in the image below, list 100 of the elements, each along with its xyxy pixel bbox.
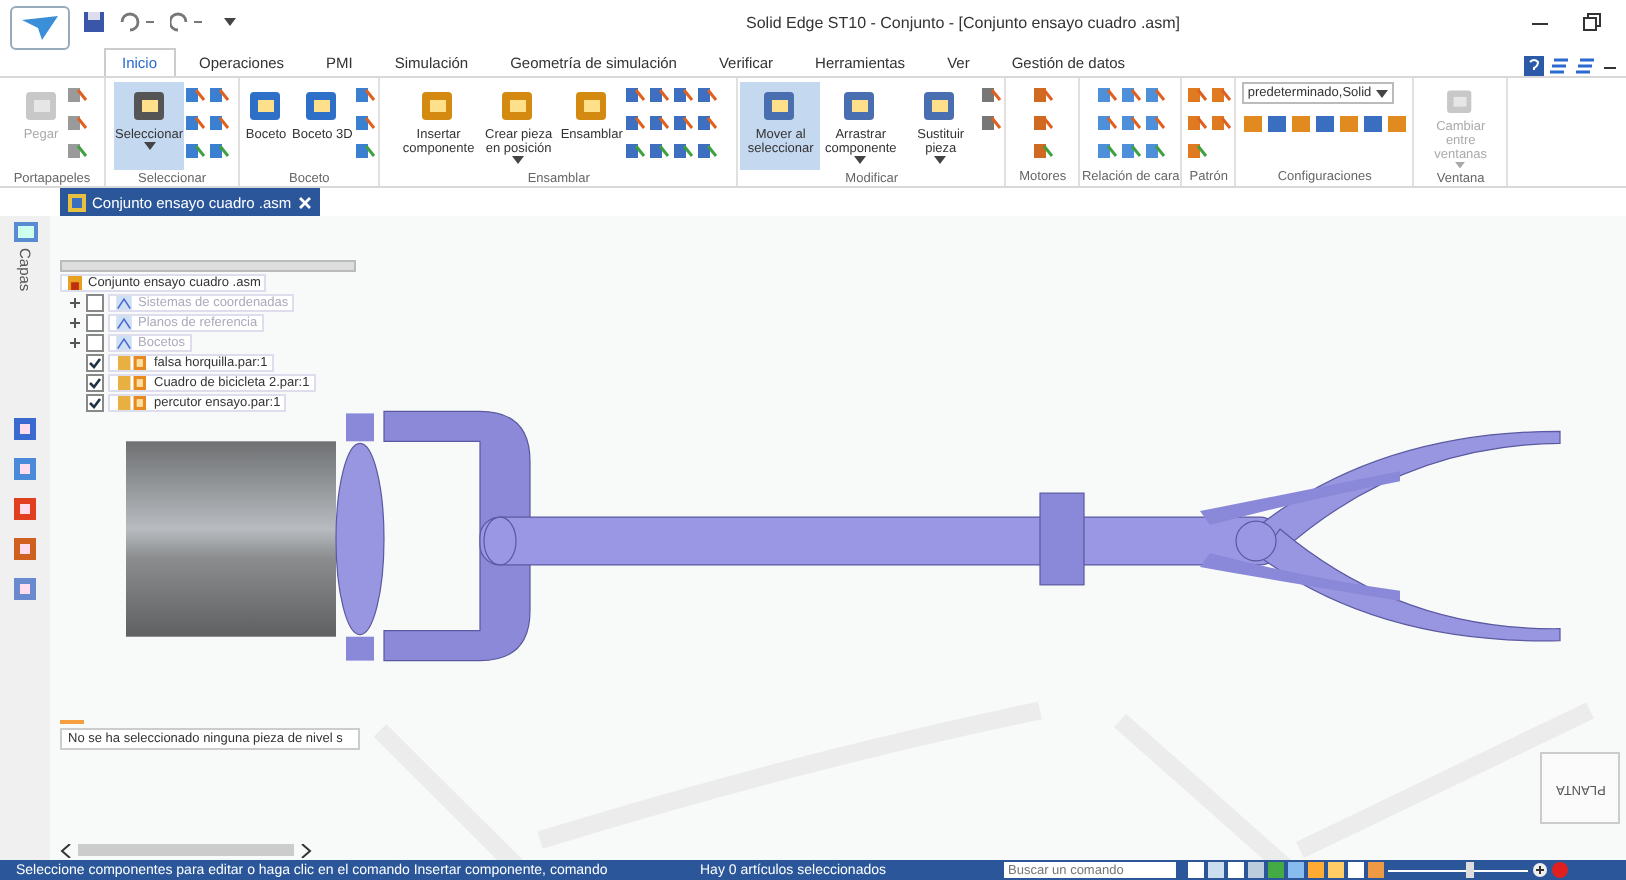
tool-button[interactable] <box>1185 138 1208 164</box>
tool-icon[interactable] <box>14 497 36 520</box>
help-icon[interactable] <box>1524 56 1544 76</box>
tool-button[interactable] <box>1313 110 1336 136</box>
tool-button[interactable] <box>1289 110 1312 136</box>
tool-button[interactable] <box>1031 82 1054 108</box>
undo-icon[interactable] <box>118 12 158 32</box>
tool-icon <box>980 112 1003 134</box>
tool-button[interactable] <box>980 82 1003 108</box>
tool-button[interactable] <box>208 82 231 108</box>
tool-button[interactable] <box>208 110 231 136</box>
tool-button[interactable] <box>1143 82 1166 108</box>
zoom-in-icon[interactable] <box>1532 862 1548 878</box>
tool-button[interactable] <box>1143 110 1166 136</box>
save-icon[interactable] <box>82 10 106 34</box>
expand-icon[interactable] <box>68 315 82 329</box>
layers-icon[interactable] <box>13 222 37 242</box>
tool-icon <box>208 84 231 106</box>
tool-button[interactable] <box>1337 110 1360 136</box>
tool-button[interactable] <box>1143 138 1166 164</box>
tool-button[interactable] <box>1095 82 1118 108</box>
tool-button[interactable] <box>980 110 1003 136</box>
tool-button[interactable] <box>1031 110 1054 136</box>
tool-icon <box>1143 84 1166 106</box>
tool-icon <box>1095 140 1118 162</box>
tool-button[interactable] <box>1119 138 1142 164</box>
tool-icon <box>1119 84 1142 106</box>
expand-icon[interactable] <box>68 295 82 309</box>
tool-icon <box>1385 112 1408 134</box>
tool-button[interactable] <box>624 138 647 164</box>
tool-button[interactable] <box>672 138 695 164</box>
window-title: Solid Edge ST10 - Conjunto - [Conjunto ensayo cuadro .asm] <box>746 13 1183 31</box>
tool-button[interactable] <box>648 110 671 136</box>
tool-button[interactable] <box>354 110 377 136</box>
tool-icon <box>672 84 695 106</box>
tool-button[interactable] <box>1385 110 1408 136</box>
tool-button[interactable] <box>1185 110 1208 136</box>
assembly-icon <box>68 193 86 211</box>
part-icon <box>114 395 150 409</box>
dropdown-icon[interactable] <box>222 14 238 30</box>
tool-icon <box>648 112 671 134</box>
tool-button[interactable] <box>1031 138 1054 164</box>
tool-button[interactable] <box>184 82 207 108</box>
tool-icon <box>980 84 1003 106</box>
tool-button[interactable] <box>65 110 87 136</box>
folder-icon <box>114 315 134 329</box>
tool-button[interactable] <box>672 110 695 136</box>
tool-button[interactable] <box>65 138 87 164</box>
application-button[interactable] <box>10 6 70 50</box>
tool-button[interactable] <box>354 138 377 164</box>
tool-button[interactable] <box>1095 138 1118 164</box>
tool-icon <box>208 112 231 134</box>
tool-icon <box>1143 140 1166 162</box>
tool-button[interactable] <box>1265 110 1288 136</box>
checkbox[interactable] <box>86 313 104 331</box>
tool-icon[interactable] <box>14 457 36 480</box>
restore-icon[interactable] <box>1582 12 1602 32</box>
checkbox[interactable] <box>86 293 104 311</box>
tool-button[interactable] <box>696 82 719 108</box>
tool-button[interactable] <box>1095 110 1118 136</box>
tool-button[interactable] <box>1209 82 1232 108</box>
tool-icon[interactable] <box>14 577 36 600</box>
tool-button[interactable] <box>1119 82 1142 108</box>
tool-button[interactable] <box>648 82 671 108</box>
tool-button[interactable] <box>624 110 647 136</box>
tool-icon <box>184 112 207 134</box>
close-icon[interactable] <box>297 195 312 209</box>
checkbox[interactable] <box>86 393 104 411</box>
tool-icon <box>1031 140 1054 162</box>
lines-icon[interactable] <box>1550 56 1570 76</box>
expand-icon[interactable] <box>68 335 82 349</box>
tool-icon <box>208 140 231 162</box>
tool-icon <box>1337 112 1360 134</box>
lines-icon[interactable] <box>1576 56 1596 76</box>
tool-icon <box>184 84 207 106</box>
tool-icon <box>624 140 647 162</box>
tool-button[interactable] <box>354 82 377 108</box>
caret-icon <box>1454 161 1467 168</box>
tool-icon[interactable] <box>14 417 36 440</box>
tool-icon <box>354 112 377 134</box>
checkbox[interactable] <box>86 353 104 371</box>
tool-button[interactable] <box>1119 110 1142 136</box>
tool-button[interactable] <box>624 82 647 108</box>
checkbox[interactable] <box>86 333 104 351</box>
tool-button[interactable] <box>648 138 671 164</box>
tool-button[interactable] <box>1241 110 1264 136</box>
tool-icon <box>1241 112 1264 134</box>
panel-grip[interactable] <box>60 260 356 272</box>
tool-button[interactable] <box>1185 82 1208 108</box>
tool-icon[interactable] <box>14 537 36 560</box>
checkbox[interactable] <box>86 373 104 391</box>
tool-button[interactable] <box>1361 110 1384 136</box>
tool-button[interactable] <box>672 82 695 108</box>
tool-button[interactable] <box>1209 110 1232 136</box>
tool-button[interactable] <box>184 110 207 136</box>
tool-button[interactable] <box>184 138 207 164</box>
tool-button[interactable] <box>696 138 719 164</box>
tool-button[interactable] <box>208 138 231 164</box>
tool-button[interactable] <box>65 82 87 108</box>
tool-button[interactable] <box>696 110 719 136</box>
